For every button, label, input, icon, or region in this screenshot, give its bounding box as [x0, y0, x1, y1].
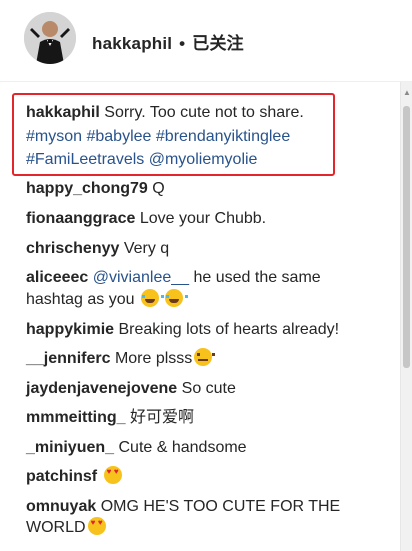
scrollbar-thumb[interactable] — [403, 106, 410, 368]
comment-username[interactable]: _miniyuen_ — [26, 439, 114, 456]
comment-username[interactable]: mmmeitting_ — [26, 409, 126, 426]
comment-text: WORLD — [26, 519, 86, 536]
comment-username[interactable]: jaydenjavenejovene — [26, 380, 177, 397]
comment-username[interactable]: happykimie — [26, 321, 114, 338]
comment-username[interactable]: omnuyak — [26, 498, 96, 515]
comment-username[interactable]: __jenniferc — [26, 350, 110, 367]
heart-eyes-emoji-icon — [103, 466, 122, 484]
comment-text: Love your Chubb. — [139, 210, 267, 227]
scroll-up-arrow-icon[interactable]: ▲ — [403, 88, 411, 97]
hashtag-link[interactable]: #FamiLeetravels — [26, 151, 144, 168]
hashtag-link[interactable]: #myson — [26, 128, 82, 145]
header-separator: • — [179, 34, 186, 53]
list-item: __jenniferc More plsss — [26, 348, 216, 370]
list-item: jaydenjavenejovene So cute — [26, 378, 236, 400]
avatar[interactable] — [24, 12, 76, 64]
heart-eyes-emoji-icon — [87, 517, 106, 535]
caption-line-2: #myson #babylee #brendanyiktinglee — [26, 126, 290, 148]
header-title: hakkaphil • 已关注 — [92, 29, 244, 54]
list-item-continuation: WORLD — [26, 517, 106, 539]
list-item: happy_chong79 Q — [26, 178, 165, 200]
follow-status-button[interactable]: 已关注 — [192, 34, 244, 53]
caption-line-1: hakkaphil Sorry. Too cute not to share. — [26, 102, 304, 124]
comment-username[interactable]: patchinsf — [26, 468, 97, 485]
post-header: hakkaphil • 已关注 — [0, 0, 412, 82]
caption-text: Sorry. Too cute not to share. — [104, 104, 304, 121]
comment-text: So cute — [181, 380, 236, 397]
scrollbar[interactable]: ▲ — [400, 82, 412, 551]
list-item: happykimie Breaking lots of hearts alrea… — [26, 319, 339, 341]
list-item: fionaanggrace Love your Chubb. — [26, 208, 266, 230]
hashtag-link[interactable]: #brendanyiktinglee — [156, 128, 290, 145]
tears-of-joy-emoji-icon — [165, 289, 189, 307]
sweat-smile-emoji-icon — [194, 348, 216, 366]
hashtag-link[interactable]: #babylee — [86, 128, 151, 145]
header-username[interactable]: hakkaphil — [92, 34, 172, 53]
list-item: chrischenyy Very q — [26, 238, 169, 260]
comment-text: 好可爱啊 — [130, 409, 195, 426]
list-item: aliceeec @vivianlee__ he used the same — [26, 267, 321, 289]
comment-text: OMG HE'S TOO CUTE FOR THE — [100, 498, 341, 515]
mention-link[interactable]: @myoliemyolie — [149, 151, 258, 168]
list-item: patchinsf — [26, 466, 122, 488]
comment-text: More plsss — [114, 350, 193, 367]
mention-link[interactable]: @vivianlee__ — [93, 269, 189, 286]
comment-text: he used the same — [193, 269, 321, 286]
comment-username[interactable]: chrischenyy — [26, 240, 119, 257]
comment-text: Breaking lots of hearts already! — [118, 321, 340, 338]
comment-username[interactable]: happy_chong79 — [26, 180, 148, 197]
caption-username[interactable]: hakkaphil — [26, 104, 100, 121]
comment-text: hashtag as you — [26, 291, 135, 308]
comment-text: Q — [152, 180, 165, 197]
list-item: _miniyuen_ Cute & handsome — [26, 437, 247, 459]
comment-username[interactable]: aliceeec — [26, 269, 88, 286]
list-item: mmmeitting_ 好可爱啊 — [26, 407, 194, 429]
comments-list: hakkaphil Sorry. Too cute not to share. … — [0, 86, 400, 551]
tears-of-joy-emoji-icon — [140, 289, 164, 307]
comment-username[interactable]: fionaanggrace — [26, 210, 135, 227]
comment-text: Cute & handsome — [118, 439, 247, 456]
caption-line-3: #FamiLeetravels @myoliemyolie — [26, 149, 257, 171]
list-item-continuation: hashtag as you — [26, 289, 189, 311]
comment-text: Very q — [123, 240, 170, 257]
list-item: omnuyak OMG HE'S TOO CUTE FOR THE — [26, 496, 340, 518]
